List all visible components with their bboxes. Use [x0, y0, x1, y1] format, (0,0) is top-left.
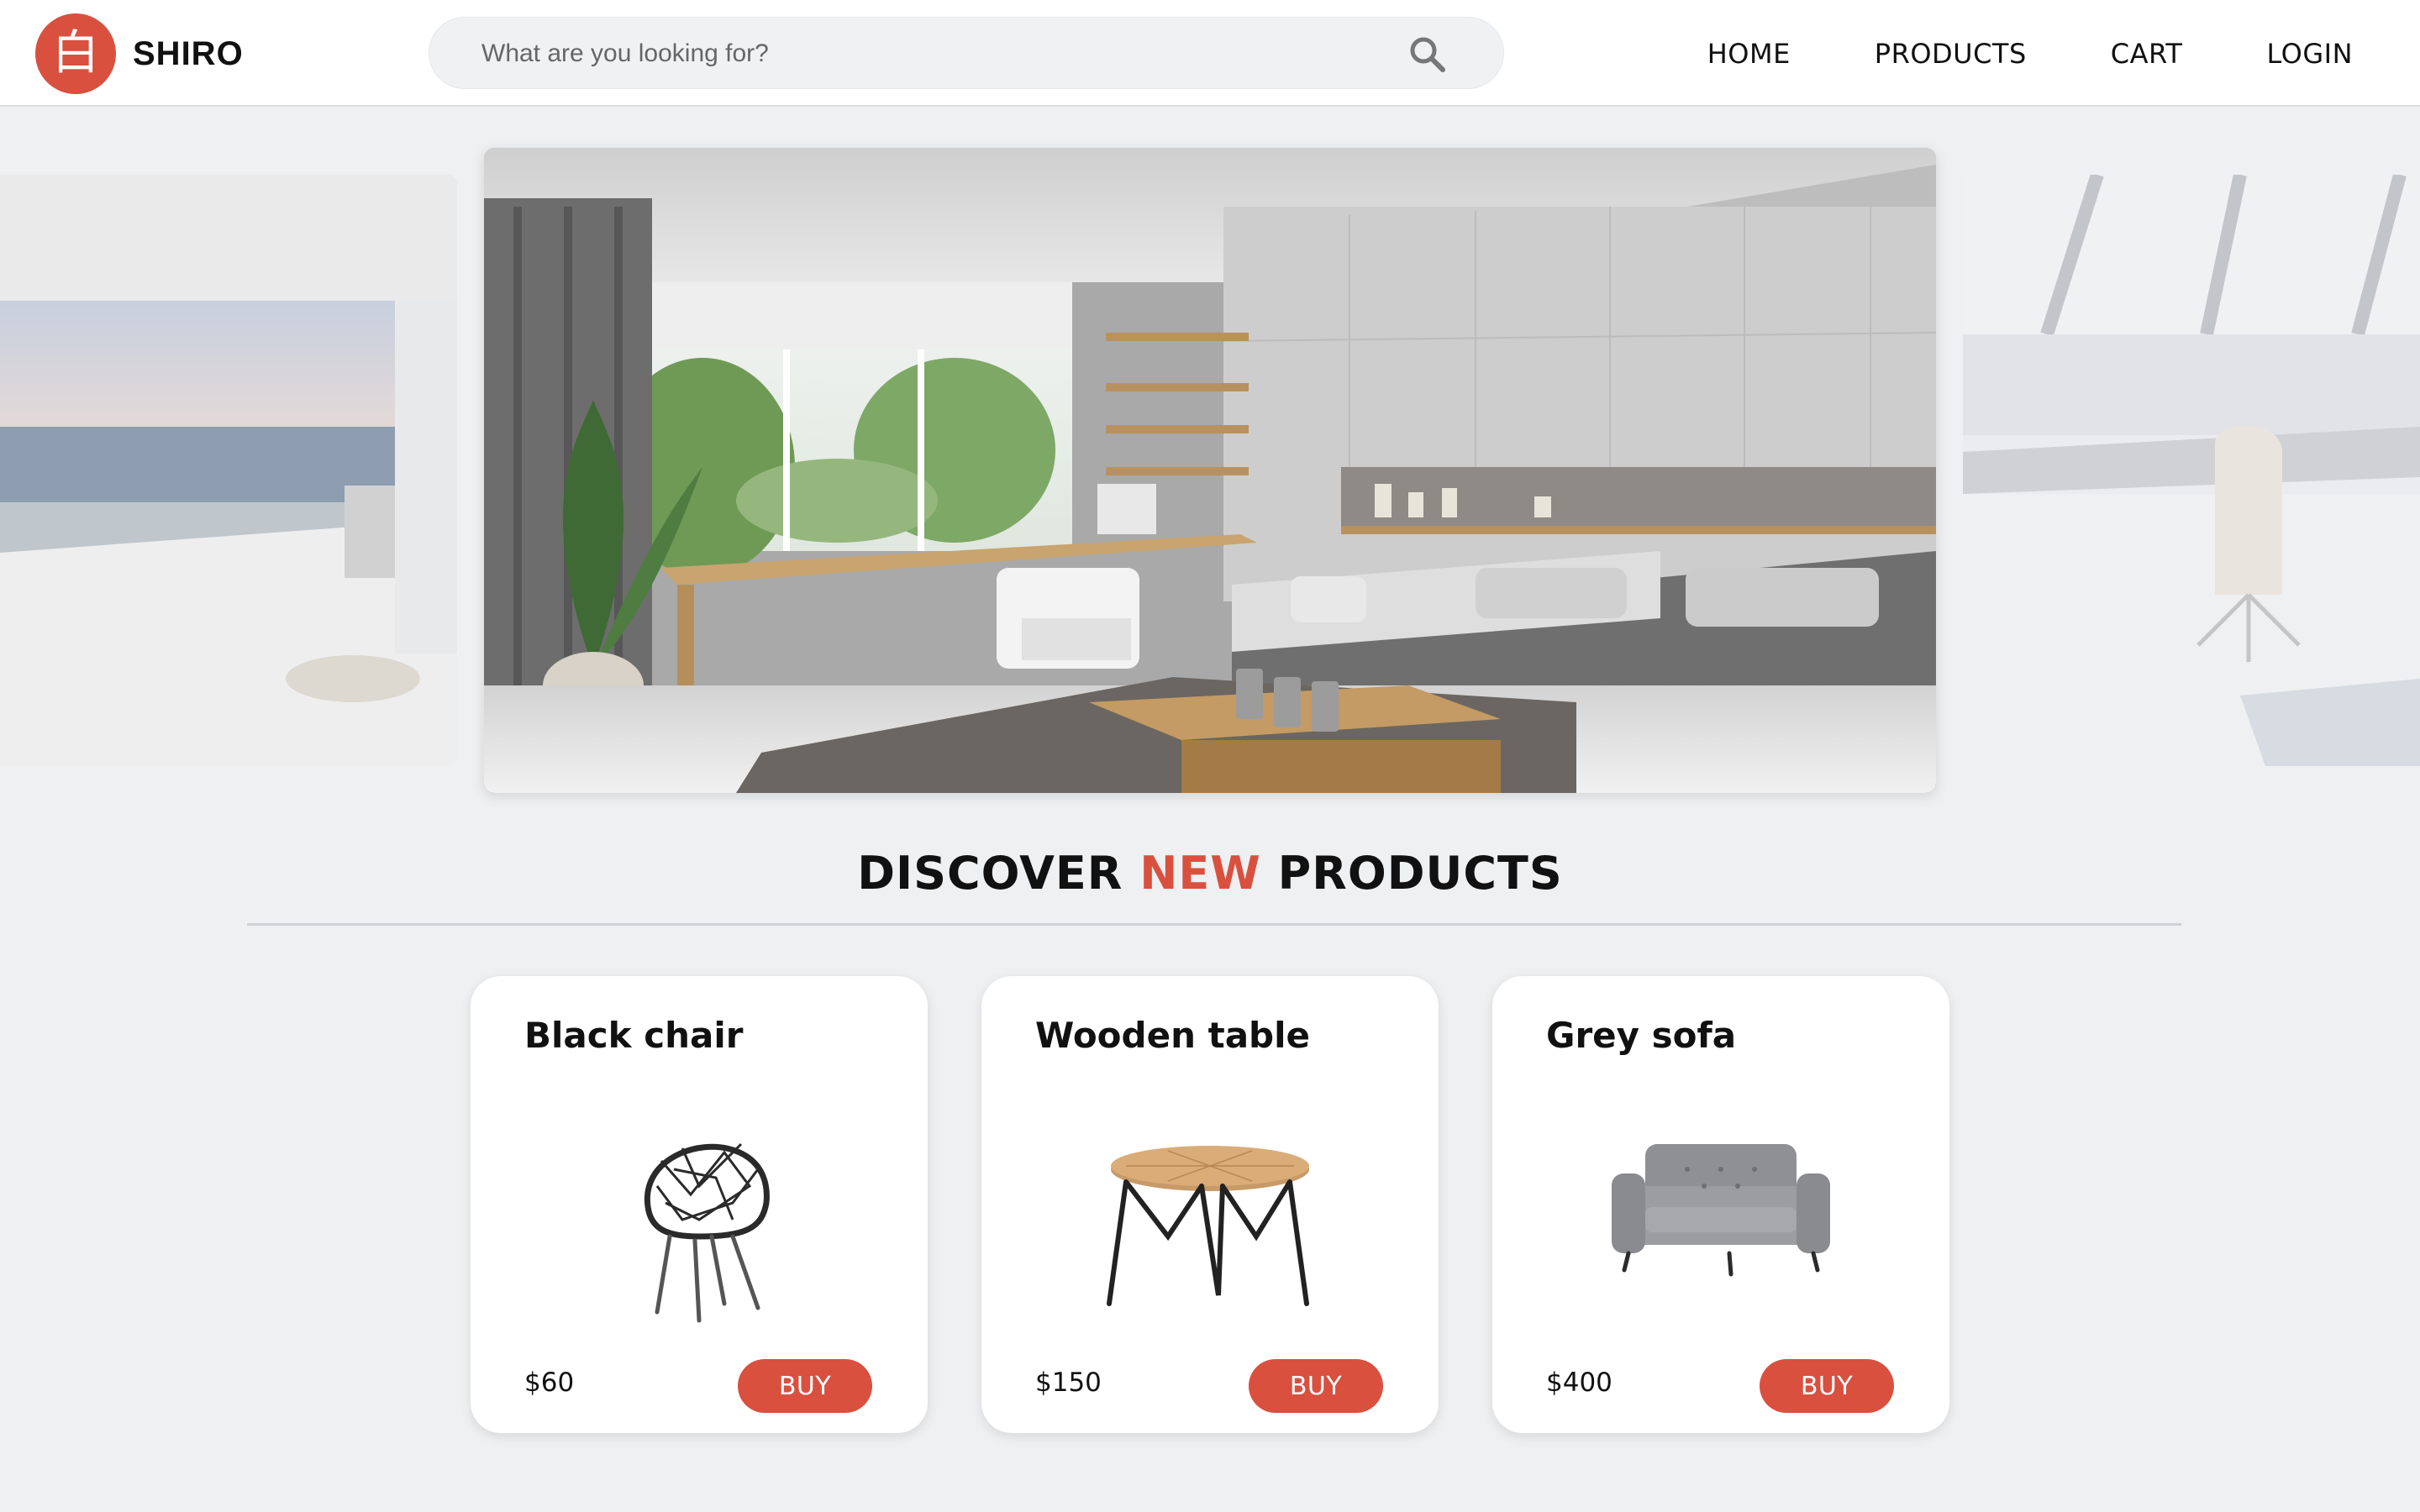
section-title: DISCOVER NEW PRODUCTS [0, 847, 2420, 900]
product-card-grey-sofa[interactable]: Grey sofa $400 BUY [1492, 976, 1949, 1433]
buy-button[interactable]: BUY [1249, 1359, 1383, 1413]
nav-home[interactable]: HOME [1707, 38, 1791, 70]
product-name: Grey sofa [1546, 1015, 1737, 1056]
chair-image [565, 1102, 834, 1329]
product-card-black-chair[interactable]: Black chair $60 BUY [471, 976, 928, 1433]
sofa-image [1586, 1102, 1855, 1329]
table-image [1076, 1102, 1344, 1329]
nav-cart[interactable]: CART [2111, 38, 2183, 70]
section-divider [247, 923, 2181, 926]
carousel-slide-next[interactable] [1963, 175, 2420, 766]
main-nav: HOME PRODUCTS CART LOGIN [1707, 0, 2353, 107]
product-price: $400 [1546, 1368, 1612, 1398]
brand-logo[interactable]: 白 SHIRO [35, 13, 244, 94]
modern-living-room-image [484, 148, 1936, 793]
search-input[interactable] [481, 18, 1389, 90]
product-price: $150 [1035, 1368, 1102, 1398]
product-price: $60 [524, 1368, 575, 1398]
logo-glyph: 白 [52, 26, 99, 81]
product-name: Black chair [524, 1015, 744, 1056]
search-icon[interactable] [1407, 34, 1446, 73]
nav-products[interactable]: PRODUCTS [1875, 38, 2027, 70]
carousel-slide-previous[interactable] [0, 175, 457, 766]
product-card-wooden-table[interactable]: Wooden table $150 BUY [981, 976, 1439, 1433]
section-title-accent: NEW [1139, 847, 1261, 900]
search-bar [429, 17, 1504, 90]
section-title-pre: DISCOVER [857, 847, 1123, 900]
logo-badge-icon: 白 [35, 13, 116, 94]
product-name: Wooden table [1035, 1015, 1310, 1056]
ocean-view-living-room-image [0, 175, 457, 766]
buy-button[interactable]: BUY [1760, 1359, 1894, 1413]
nav-login[interactable]: LOGIN [2266, 38, 2353, 70]
site-header: 白 SHIRO HOME PRODUCTS CART LOGIN [0, 0, 2420, 107]
buy-button[interactable]: BUY [738, 1359, 872, 1413]
brand-name: SHIRO [133, 34, 244, 72]
section-title-post: PRODUCTS [1277, 847, 1563, 900]
bright-office-room-image [1963, 175, 2420, 766]
carousel-slide-active[interactable] [484, 148, 1936, 793]
